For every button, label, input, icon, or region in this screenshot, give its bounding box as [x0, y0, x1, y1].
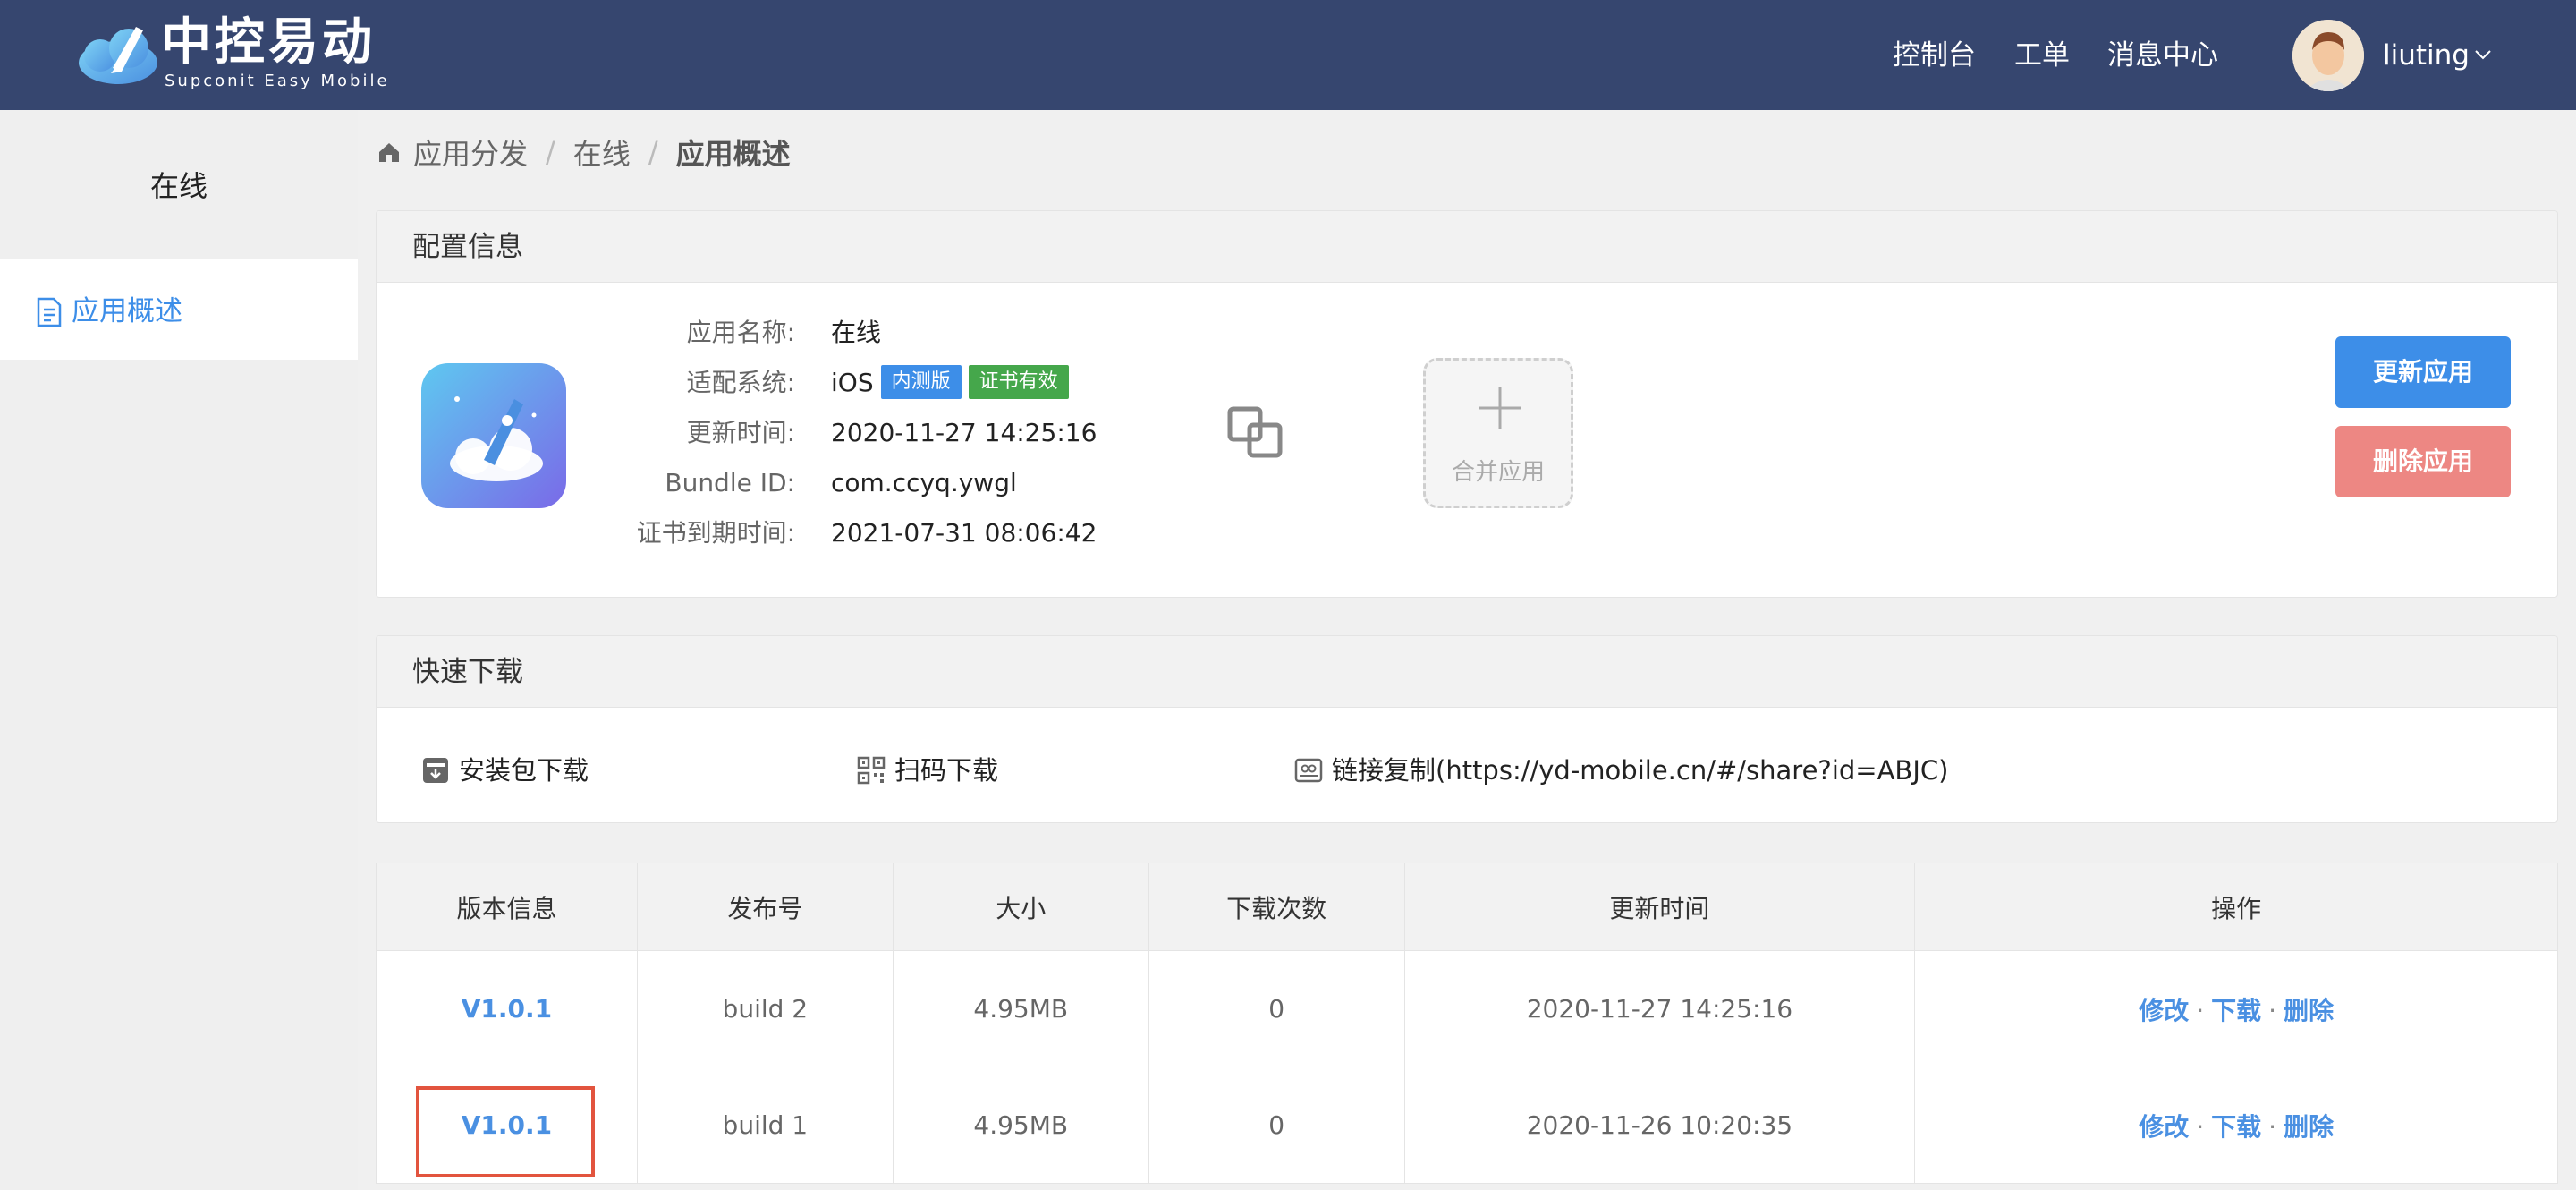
table-row: V1.0.1 build 1 4.95MB 0 2020-11-26 10:20… [376, 1067, 2558, 1184]
version-link[interactable]: V1.0.1 [376, 950, 638, 1067]
package-icon [423, 758, 448, 783]
nav-console[interactable]: 控制台 [1893, 38, 1976, 73]
col-version: 版本信息 [376, 863, 638, 951]
action-separator: · [2268, 1111, 2277, 1142]
platform-text: iOS [831, 368, 874, 397]
table-header-row: 版本信息 发布号 大小 下载次数 更新时间 操作 [376, 863, 2558, 951]
size-cell: 4.95MB [892, 1067, 1149, 1184]
download-link[interactable]: 下载 [2211, 996, 2261, 1025]
delete-link[interactable]: 删除 [2284, 996, 2334, 1025]
delete-link[interactable]: 删除 [2284, 1112, 2334, 1142]
edit-link[interactable]: 修改 [2139, 1112, 2189, 1142]
col-downloads: 下载次数 [1148, 863, 1405, 951]
avatar[interactable] [2292, 20, 2364, 91]
link-copy-icon [1294, 758, 1323, 783]
table-row: V1.0.1 build 2 4.95MB 0 2020-11-27 14:25… [376, 950, 2558, 1067]
info-row-updated: 更新时间: 2020-11-27 14:25:16 [577, 415, 1097, 451]
download-package-label: 安装包下载 [459, 755, 589, 786]
nav-message-center[interactable]: 消息中心 [2107, 38, 2218, 73]
home-icon[interactable] [377, 140, 401, 164]
delete-app-button[interactable]: 删除应用 [2335, 426, 2511, 497]
action-separator: · [2196, 995, 2205, 1025]
breadcrumb: 应用分发 / 在线 / 应用概述 [377, 132, 791, 173]
update-app-button[interactable]: 更新应用 [2335, 336, 2511, 408]
link-icon [1227, 406, 1283, 458]
sidebar: 在线 应用概述 [0, 110, 358, 1190]
bundle-id-value: com.ccyq.ywgl [831, 468, 1017, 497]
updated-cell: 2020-11-26 10:20:35 [1403, 1067, 1916, 1184]
breadcrumb-separator: / [648, 135, 658, 169]
beta-badge: 内测版 [880, 365, 962, 399]
actions-cell: 修改 · 下载 · 删除 [1914, 950, 2558, 1067]
updated-label: 更新时间: [686, 418, 795, 447]
copy-link-label: 链接复制(https://yd-mobile.cn/#/share?id=ABJ… [1332, 755, 1949, 786]
breadcrumb-app[interactable]: 在线 [573, 132, 631, 173]
col-updated: 更新时间 [1403, 863, 1916, 951]
col-build: 发布号 [636, 863, 894, 951]
brand-tagline: Supconit Easy Mobile [165, 72, 390, 90]
quick-download-panel: 快速下载 安装包下载 扫码下载 链接复制(https://yd-mobile.c… [376, 635, 2558, 823]
user-avatar-icon [2292, 20, 2364, 91]
app-name-value: 在线 [831, 318, 882, 347]
info-row-platform: 适配系统: iOS 内测版 证书有效 [577, 365, 1069, 401]
merge-app-label: 合并应用 [1451, 459, 1545, 486]
breadcrumb-current: 应用概述 [675, 137, 791, 171]
platform-value: iOS 内测版 证书有效 [831, 365, 1069, 401]
versions-table: 版本信息 发布号 大小 下载次数 更新时间 操作 V1.0.1 build 2 … [376, 863, 2558, 1184]
col-actions: 操作 [1914, 863, 2558, 951]
version-link[interactable]: V1.0.1 [376, 1067, 638, 1184]
cert-expiry-value: 2021-07-31 08:06:42 [831, 518, 1097, 548]
nav-tickets[interactable]: 工单 [2014, 38, 2070, 73]
app-icon [421, 363, 566, 508]
merge-app-button[interactable]: 合并应用 [1423, 358, 1573, 508]
action-separator: · [2196, 1111, 2205, 1142]
actions-cell: 修改 · 下载 · 删除 [1914, 1067, 2558, 1184]
quick-download-title: 快速下载 [377, 636, 2557, 708]
sidebar-item-label: 应用概述 [72, 295, 182, 327]
config-panel-title: 配置信息 [377, 211, 2557, 283]
downloads-cell: 0 [1148, 950, 1405, 1067]
breadcrumb-app-distribution[interactable]: 应用分发 [413, 132, 528, 173]
rocket-cloud-logo-icon [79, 27, 157, 84]
cert-expiry-label: 证书到期时间: [636, 518, 795, 548]
plus-icon [1479, 387, 1521, 429]
build-cell: build 2 [636, 950, 894, 1067]
info-row-bundle-id: Bundle ID: com.ccyq.ywgl [577, 465, 1017, 501]
username[interactable]: liuting [2383, 38, 2470, 73]
action-separator: · [2268, 995, 2277, 1025]
breadcrumb-separator: / [546, 135, 555, 169]
scan-download-label: 扫码下载 [894, 755, 999, 786]
edit-link[interactable]: 修改 [2139, 996, 2189, 1025]
build-cell: build 1 [636, 1067, 894, 1184]
info-row-app-name: 应用名称: 在线 [577, 315, 881, 351]
download-link[interactable]: 下载 [2211, 1112, 2261, 1142]
app-rocket-icon [421, 363, 566, 508]
sidebar-item-app-overview[interactable]: 应用概述 [0, 259, 358, 360]
brand-name: 中控易动 [161, 13, 376, 72]
sidebar-title: 在线 [149, 169, 208, 203]
document-icon [37, 297, 62, 327]
col-size: 大小 [892, 863, 1149, 951]
size-cell: 4.95MB [892, 950, 1149, 1067]
top-navbar: 中控易动 Supconit Easy Mobile 控制台 工单 消息中心 li… [0, 0, 2576, 110]
bundle-id-label: Bundle ID: [665, 468, 795, 497]
qrcode-icon [857, 756, 886, 785]
downloads-cell: 0 [1148, 1067, 1405, 1184]
chevron-down-icon[interactable] [2473, 45, 2493, 64]
platform-label: 适配系统: [686, 368, 795, 397]
updated-value: 2020-11-27 14:25:16 [831, 418, 1097, 447]
updated-cell: 2020-11-27 14:25:16 [1403, 950, 1916, 1067]
app-name-label: 应用名称: [686, 318, 795, 347]
cert-valid-badge: 证书有效 [968, 365, 1069, 399]
info-row-cert-expiry: 证书到期时间: 2021-07-31 08:06:42 [577, 515, 1097, 551]
config-panel: 配置信息 应用名称: 在线 适配系统: iOS 内测版 证书有效 更新时间: 2… [376, 210, 2558, 598]
brand-logo[interactable]: 中控易动 Supconit Easy Mobile [73, 13, 387, 90]
